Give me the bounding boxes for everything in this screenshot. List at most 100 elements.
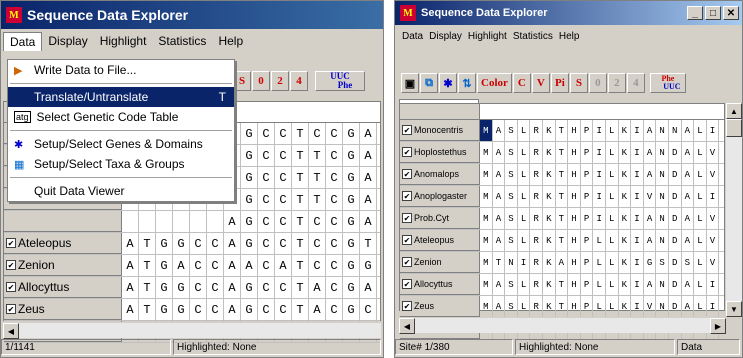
taxon-row[interactable]: ✔ Ateleopus A T G G C C A G C C T C C G T bbox=[4, 233, 380, 255]
sequence-cell[interactable]: A bbox=[224, 233, 241, 254]
taxon-row[interactable]: ✔ Anoplogaster M A S L R K T H P I L K I V N D A L I bbox=[400, 186, 724, 208]
sequence-cell[interactable]: L bbox=[694, 186, 707, 207]
sequence-cell[interactable]: N bbox=[656, 230, 669, 251]
sequence-cell[interactable]: R bbox=[530, 274, 543, 295]
sequence-cell[interactable]: C bbox=[258, 123, 275, 144]
sequence-cell[interactable]: A bbox=[682, 164, 695, 185]
sequence-cell[interactable]: I bbox=[593, 120, 606, 141]
sequence-cell[interactable]: T bbox=[309, 167, 326, 188]
sequence-cell[interactable]: H bbox=[568, 252, 581, 273]
sequence-cell[interactable]: G bbox=[360, 255, 377, 276]
sort-icon[interactable]: ⇅ bbox=[458, 73, 476, 93]
taxon-name-cell[interactable]: ✔ Zenion bbox=[4, 255, 122, 276]
sequence-cell[interactable]: L bbox=[606, 142, 619, 163]
singleton-sites-button[interactable]: S bbox=[569, 73, 588, 93]
sequence-cell[interactable]: C bbox=[275, 123, 292, 144]
sequence-cell[interactable]: C bbox=[309, 255, 326, 276]
taxon-name-cell[interactable]: ✔ Hoplostethus bbox=[400, 142, 480, 163]
sequence-cell[interactable]: G bbox=[241, 145, 258, 166]
scroll-right-icon[interactable]: ▶ bbox=[710, 318, 726, 334]
sequence-cell[interactable]: K bbox=[619, 252, 632, 273]
sequence-cell[interactable]: C bbox=[275, 277, 292, 298]
sequence-cell[interactable]: A bbox=[241, 255, 258, 276]
menu-highlight[interactable]: Highlight bbox=[94, 32, 153, 50]
sequence-cell[interactable]: R bbox=[530, 230, 543, 251]
taxon-checkbox[interactable]: ✔ bbox=[402, 279, 412, 289]
sequence-cell[interactable]: G bbox=[241, 299, 258, 320]
taxon-checkbox[interactable]: ✔ bbox=[402, 301, 412, 311]
sequence-cell[interactable]: V bbox=[644, 186, 657, 207]
sequence-cell[interactable]: S bbox=[505, 142, 518, 163]
taxon-name-cell[interactable]: ✔ Prob.Cyt bbox=[400, 208, 480, 229]
taxon-checkbox[interactable]: ✔ bbox=[6, 282, 16, 292]
menu-item-quit[interactable]: Quit Data Viewer bbox=[8, 181, 234, 201]
sequence-cell[interactable]: D bbox=[669, 186, 682, 207]
sequence-cell[interactable]: G bbox=[343, 277, 360, 298]
sequence-cell[interactable]: G bbox=[241, 167, 258, 188]
menu-item-write-data[interactable]: ▶ Write Data to File... bbox=[8, 60, 234, 80]
sequence-cell[interactable]: L bbox=[694, 164, 707, 185]
four-fold-button[interactable]: 4 bbox=[626, 73, 645, 93]
sequence-cell[interactable]: L bbox=[518, 120, 531, 141]
sequence-cell[interactable]: N bbox=[669, 120, 682, 141]
sequence-cell[interactable]: T bbox=[556, 120, 569, 141]
sequence-cell[interactable]: T bbox=[309, 145, 326, 166]
taxon-checkbox[interactable]: ✔ bbox=[402, 125, 412, 135]
sequence-cell[interactable]: L bbox=[694, 252, 707, 273]
sequence-cell[interactable]: A bbox=[309, 277, 326, 298]
sequence-cell[interactable]: D bbox=[669, 274, 682, 295]
taxon-row[interactable]: ✔ Zenion M T N I R K A H P L L K I G S D S L V bbox=[400, 252, 724, 274]
sequence-cell[interactable]: R bbox=[530, 186, 543, 207]
sequence-cell[interactable]: M bbox=[480, 296, 493, 317]
sequence-cell[interactable]: C bbox=[258, 277, 275, 298]
sequence-cell[interactable]: T bbox=[139, 277, 156, 298]
sequence-cell[interactable]: P bbox=[581, 120, 594, 141]
menu-item-taxa-groups[interactable]: ▦ Setup/Select Taxa & Groups bbox=[8, 154, 234, 174]
zero-fold-button[interactable]: 0 bbox=[588, 73, 607, 93]
sequence-cell[interactable]: I bbox=[593, 164, 606, 185]
menu-data[interactable]: Data bbox=[3, 31, 43, 51]
sequence-cell[interactable]: H bbox=[568, 164, 581, 185]
menu-item-genes-domains[interactable]: ✱ Setup/Select Genes & Domains bbox=[8, 134, 234, 154]
sequence-cell[interactable]: C bbox=[207, 255, 224, 276]
sequence-cell[interactable]: M bbox=[480, 230, 493, 251]
sequence-cell[interactable]: C bbox=[258, 189, 275, 210]
sequence-cell[interactable]: S bbox=[656, 252, 669, 273]
sequence-cell[interactable]: C bbox=[326, 233, 343, 254]
sequence-cell[interactable]: C bbox=[326, 167, 343, 188]
menu-display[interactable]: Display bbox=[426, 29, 465, 44]
taxon-name-cell[interactable]: ✔ Allocyttus bbox=[4, 277, 122, 298]
sequence-cell[interactable]: G bbox=[644, 252, 657, 273]
special-sites-button[interactable]: S bbox=[233, 71, 251, 91]
sequence-cell[interactable]: A bbox=[122, 255, 139, 276]
taxon-checkbox[interactable]: ✔ bbox=[402, 169, 412, 179]
sequence-cell[interactable]: H bbox=[568, 296, 581, 317]
sequence-cell[interactable]: L bbox=[694, 274, 707, 295]
sequence-cell[interactable]: T bbox=[556, 274, 569, 295]
sequence-cell[interactable]: G bbox=[173, 277, 190, 298]
save-icon[interactable]: ▣ bbox=[401, 73, 419, 93]
taxon-checkbox[interactable]: ✔ bbox=[6, 260, 16, 270]
taxon-row[interactable]: ✔ Prob.Cyt M A S L R K T H P I L K I A N D A L V bbox=[400, 208, 724, 230]
sequence-cell[interactable]: A bbox=[682, 208, 695, 229]
sequence-cell[interactable]: G bbox=[241, 233, 258, 254]
sequence-cell[interactable]: C bbox=[326, 211, 343, 232]
sequence-cell[interactable]: T bbox=[493, 252, 506, 273]
sequence-cell[interactable]: T bbox=[556, 142, 569, 163]
sequence-cell[interactable]: G bbox=[241, 123, 258, 144]
sequence-cell[interactable]: C bbox=[275, 299, 292, 320]
sequence-cell[interactable]: I bbox=[631, 142, 644, 163]
sequence-cell[interactable]: K bbox=[543, 252, 556, 273]
sequence-cell[interactable]: A bbox=[493, 186, 506, 207]
sequence-cell[interactable]: I bbox=[631, 252, 644, 273]
sequence-cell[interactable]: I bbox=[631, 274, 644, 295]
sequence-cell[interactable]: M bbox=[480, 142, 493, 163]
sequence-cell[interactable]: A bbox=[360, 167, 377, 188]
sequence-cell[interactable]: A bbox=[122, 299, 139, 320]
sequence-cell[interactable]: A bbox=[224, 299, 241, 320]
menu-statistics[interactable]: Statistics bbox=[510, 29, 556, 44]
copy-icon[interactable]: ⧉ bbox=[420, 73, 438, 93]
sequence-cell[interactable]: M bbox=[480, 208, 493, 229]
sequence-cell[interactable]: I bbox=[631, 296, 644, 317]
sequence-cell[interactable]: S bbox=[505, 274, 518, 295]
